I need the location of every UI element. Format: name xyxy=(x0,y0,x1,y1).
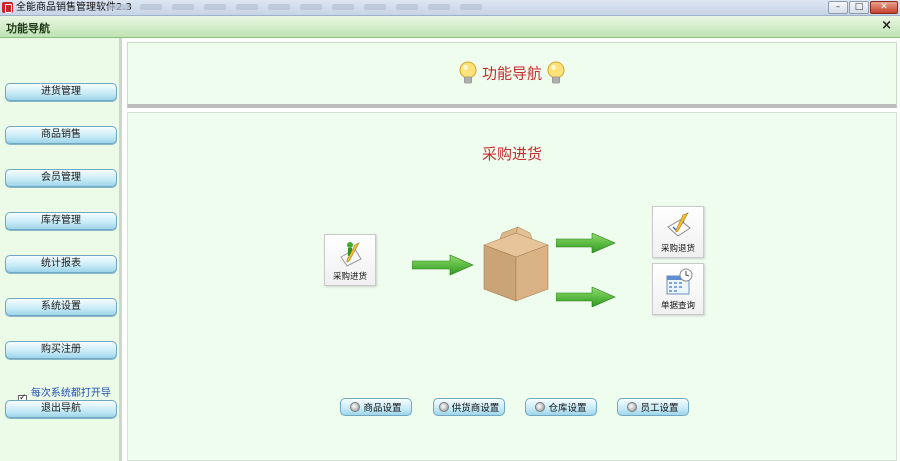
sidebar-item-register[interactable]: 购买注册 xyxy=(5,341,117,359)
purchase-return-tile[interactable]: 采购退货 xyxy=(652,206,704,258)
green-arrow-icon xyxy=(412,254,474,276)
employee-settings-label: 员工设置 xyxy=(640,403,679,414)
main-area: 功能导航 采购进货 采购进货 采购退货 单据查询 商品设置 供货商设置 仓库设置… xyxy=(125,38,900,461)
calendar-clock-icon xyxy=(666,268,693,295)
sidebar-item-members[interactable]: 会员管理 xyxy=(5,169,117,187)
bulb-icon xyxy=(459,61,477,84)
green-arrow-icon xyxy=(556,233,616,253)
panel-header: 功能导航 × xyxy=(0,16,900,38)
sidebar-item-reports[interactable]: 统计报表 xyxy=(5,255,117,273)
green-arrow-icon xyxy=(556,287,616,307)
header-panel: 功能导航 xyxy=(127,42,897,108)
product-settings-button[interactable]: 商品设置 xyxy=(340,398,412,416)
window-controls: – □ ✕ xyxy=(828,1,898,14)
bill-query-tile[interactable]: 单据查询 xyxy=(652,263,704,315)
purchase-tile[interactable]: 采购进货 xyxy=(324,234,376,286)
sidebar-item-settings[interactable]: 系统设置 xyxy=(5,298,117,316)
pencil-document-icon xyxy=(340,242,362,267)
header-title-row: 功能导航 xyxy=(128,61,896,87)
purchase-return-tile-label: 采购退货 xyxy=(660,244,695,254)
gear-icon xyxy=(627,402,638,412)
exit-navigation-button[interactable]: 退出导航 xyxy=(5,400,117,418)
panel-title: 功能导航 xyxy=(6,22,50,35)
product-settings-label: 商品设置 xyxy=(363,403,402,414)
app-icon xyxy=(2,2,13,13)
header-title: 功能导航 xyxy=(481,64,542,83)
gear-icon xyxy=(535,402,546,412)
cardboard-box-icon xyxy=(483,226,549,302)
bulb-icon xyxy=(547,61,565,84)
checklist-icon xyxy=(667,212,691,237)
purchase-tile-label: 采购进货 xyxy=(332,272,367,282)
warehouse-settings-label: 仓库设置 xyxy=(548,403,587,414)
close-window-button[interactable]: ✕ xyxy=(870,1,898,14)
minimize-button[interactable]: – xyxy=(828,1,848,14)
section-title: 采购进货 xyxy=(481,145,542,163)
content-panel: 采购进货 采购进货 采购退货 单据查询 商品设置 供货商设置 仓库设置 员工设置 xyxy=(127,112,897,461)
panel-close-button[interactable]: × xyxy=(881,18,892,33)
supplier-settings-label: 供货商设置 xyxy=(451,403,500,414)
maximize-button[interactable]: □ xyxy=(849,1,869,14)
warehouse-settings-button[interactable]: 仓库设置 xyxy=(525,398,597,416)
sidebar: 进货管理 商品销售 会员管理 库存管理 统计报表 系统设置 购买注册 每次系统都… xyxy=(0,38,122,461)
bill-query-tile-label: 单据查询 xyxy=(660,301,695,311)
employee-settings-button[interactable]: 员工设置 xyxy=(617,398,689,416)
blurred-menu-strip xyxy=(108,4,482,12)
sidebar-item-inventory[interactable]: 库存管理 xyxy=(5,212,117,230)
window-title-bar: 全能商品销售管理软件2.3 – □ ✕ xyxy=(0,0,900,16)
supplier-settings-button[interactable]: 供货商设置 xyxy=(433,398,505,416)
gear-icon xyxy=(438,402,449,412)
sidebar-item-purchase[interactable]: 进货管理 xyxy=(5,83,117,101)
sidebar-item-sales[interactable]: 商品销售 xyxy=(5,126,117,144)
gear-icon xyxy=(350,402,361,412)
